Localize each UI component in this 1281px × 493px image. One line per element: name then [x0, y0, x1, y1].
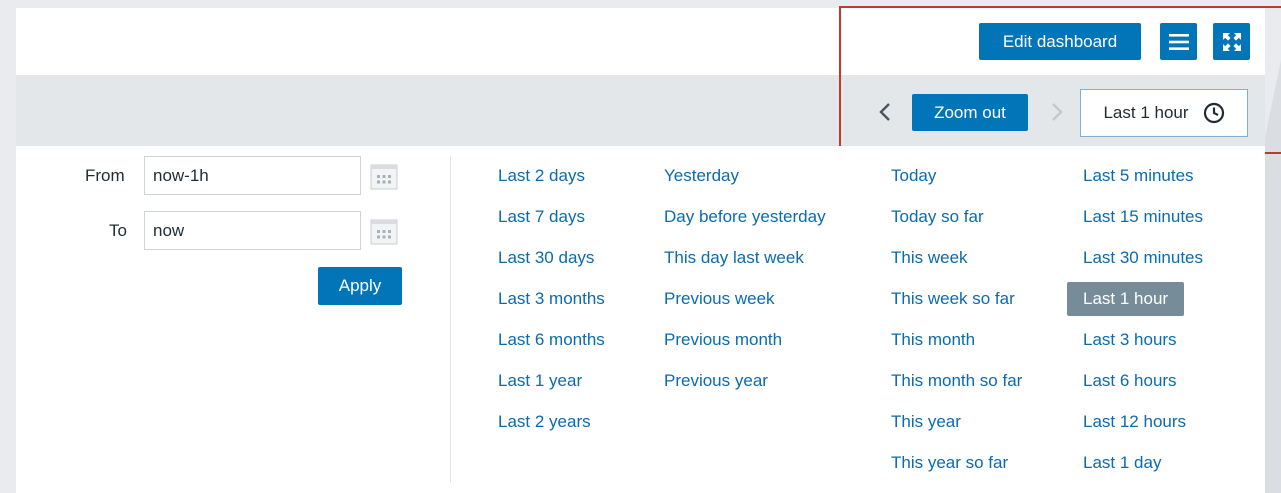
- quick-range-link[interactable]: Last 2 years: [498, 412, 591, 432]
- quick-range-link[interactable]: Last 5 minutes: [1083, 166, 1194, 186]
- quick-range-link[interactable]: This week: [891, 248, 968, 268]
- quick-range-link[interactable]: Last 2 days: [498, 166, 585, 186]
- chevron-left-icon: [879, 103, 890, 121]
- quick-range-link[interactable]: Last 6 hours: [1083, 371, 1177, 391]
- quick-range-link[interactable]: Last 6 months: [498, 330, 605, 350]
- clock-icon: [1203, 102, 1224, 124]
- quick-range-link[interactable]: Last 30 minutes: [1083, 248, 1203, 268]
- quick-range-link[interactable]: Previous year: [664, 371, 768, 391]
- quick-range-link[interactable]: Last 3 months: [498, 289, 605, 309]
- quick-range-link-active[interactable]: Last 1 hour: [1067, 282, 1185, 316]
- to-value: now: [153, 220, 185, 240]
- quick-range-link[interactable]: Last 7 days: [498, 207, 585, 227]
- quick-range-link[interactable]: This week so far: [891, 289, 1015, 309]
- time-filter-bar: [16, 75, 1265, 146]
- apply-button[interactable]: Apply: [318, 267, 402, 305]
- panel-divider: [450, 156, 451, 483]
- quick-range-link[interactable]: Yesterday: [664, 166, 739, 186]
- selected-period-label: Last 1 hour: [1103, 103, 1189, 122]
- quick-range-link[interactable]: Last 30 days: [498, 248, 594, 268]
- fullscreen-button[interactable]: [1213, 23, 1250, 60]
- time-period-selector[interactable]: Last 1 hour: [1080, 89, 1248, 137]
- quick-range-link[interactable]: Last 12 hours: [1083, 412, 1186, 432]
- fullscreen-icon: [1222, 32, 1241, 51]
- chevron-right-icon: [1052, 103, 1063, 121]
- from-label: From: [85, 166, 125, 185]
- time-selection-panel: [16, 146, 1265, 493]
- previous-period-button[interactable]: [870, 94, 900, 130]
- quick-range-link[interactable]: Last 1 year: [498, 371, 582, 391]
- quick-range-link[interactable]: This day last week: [664, 248, 804, 268]
- hamburger-menu-icon: [1168, 33, 1189, 50]
- from-field[interactable]: now-1h: [144, 156, 361, 195]
- from-value: now-1h: [153, 165, 209, 185]
- quick-range-link[interactable]: This month: [891, 330, 975, 350]
- quick-range-link[interactable]: Today: [891, 166, 936, 186]
- quick-range-link[interactable]: Last 15 minutes: [1083, 207, 1203, 227]
- quick-range-link[interactable]: Day before yesterday: [664, 207, 826, 227]
- menu-button[interactable]: [1160, 23, 1197, 60]
- zoom-out-button[interactable]: Zoom out: [912, 94, 1028, 131]
- next-period-button[interactable]: [1042, 94, 1072, 130]
- calendar-icon[interactable]: [370, 164, 398, 190]
- quick-range-link[interactable]: Previous month: [664, 330, 782, 350]
- quick-range-link[interactable]: Previous week: [664, 289, 775, 309]
- to-field[interactable]: now: [144, 211, 361, 250]
- quick-range-link[interactable]: This month so far: [891, 371, 1022, 391]
- edit-dashboard-button[interactable]: Edit dashboard: [979, 23, 1141, 60]
- quick-range-link[interactable]: Today so far: [891, 207, 984, 227]
- calendar-icon[interactable]: [370, 219, 398, 245]
- quick-range-link[interactable]: Last 1 day: [1083, 453, 1161, 473]
- quick-range-link[interactable]: This year so far: [891, 453, 1008, 473]
- quick-range-link[interactable]: Last 3 hours: [1083, 330, 1177, 350]
- quick-range-link[interactable]: This year: [891, 412, 961, 432]
- to-label: To: [109, 221, 127, 240]
